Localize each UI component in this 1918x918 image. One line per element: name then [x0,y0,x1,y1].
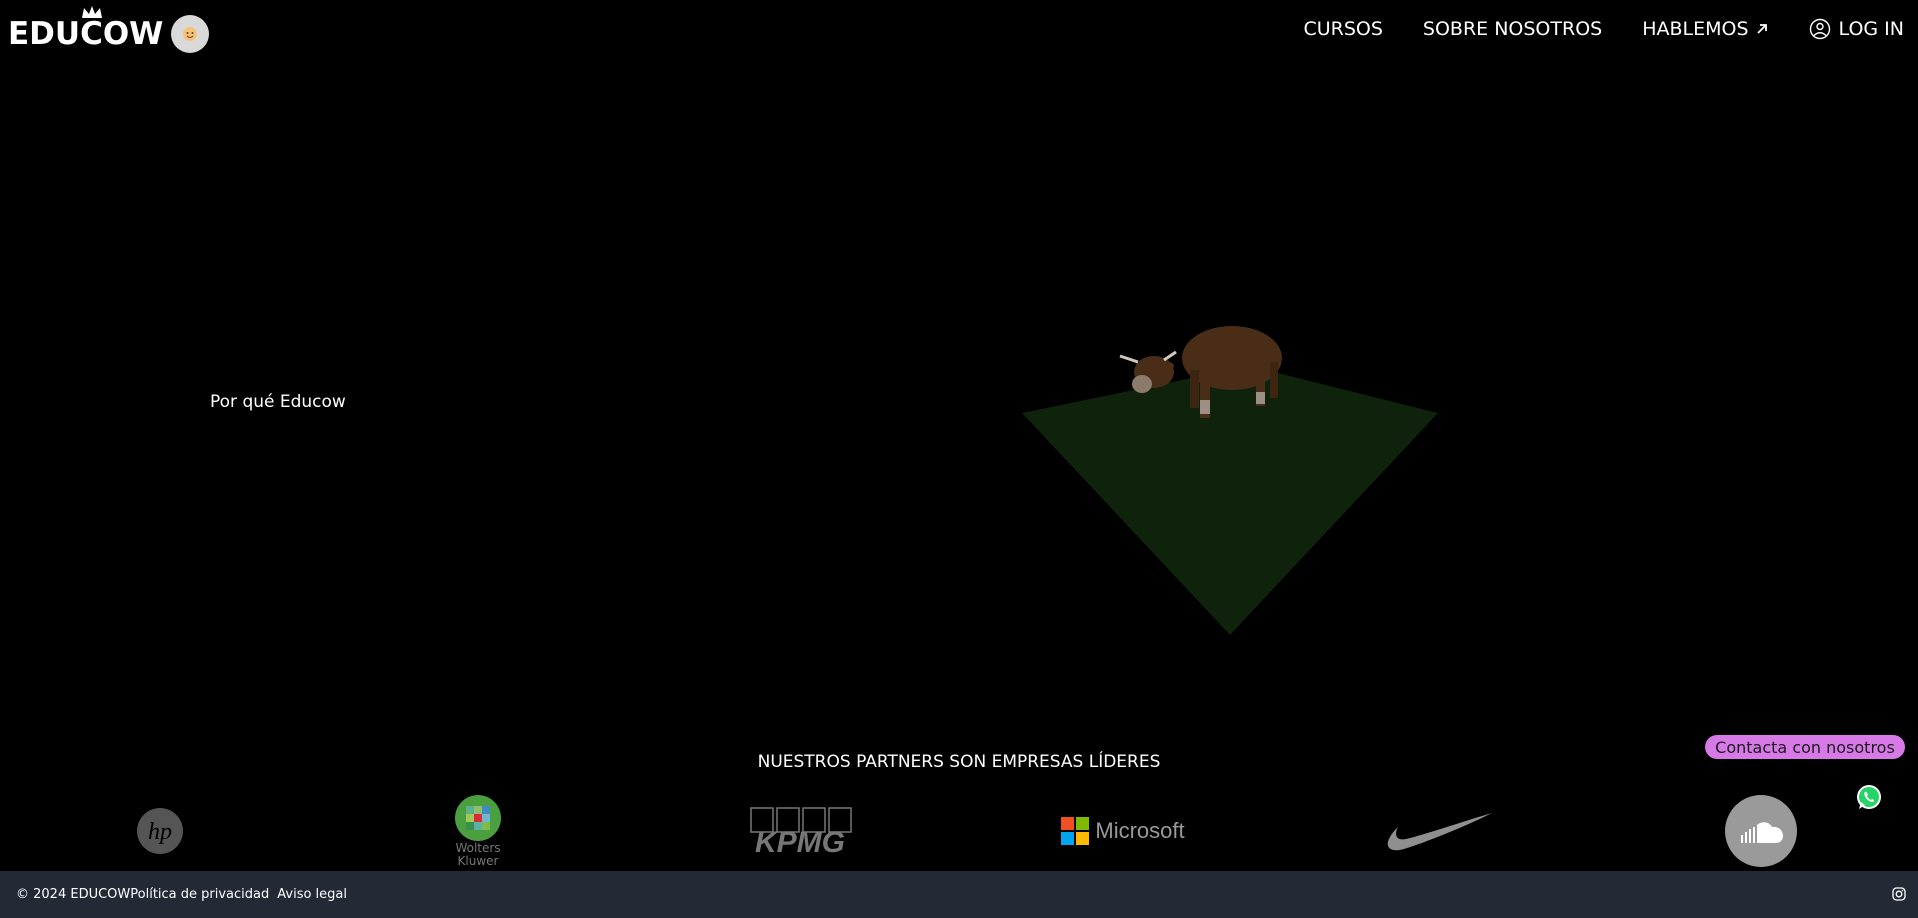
login-label: LOG IN [1838,18,1904,40]
nav-courses-label: CURSOS [1303,18,1383,40]
login-link[interactable]: LOG IN [1809,18,1904,40]
grass-plane [1022,366,1438,635]
nav-talk-label: HABLEMOS [1642,18,1749,40]
nav-courses-link[interactable]: CURSOS [1303,18,1382,40]
user-icon [1809,18,1830,40]
main-nav: CURSOS SOBRE NOSOTROS HABLEMOS LOG IN [1263,18,1904,40]
kpmg-text: KPMG [755,826,845,856]
privacy-policy-link[interactable]: Política de privacidad [130,887,269,902]
nav-about-link[interactable]: SOBRE NOSOTROS [1423,18,1602,40]
hp-logo-text: hp [148,819,172,845]
wolters-kluwer-logo: Wolters Kluwer [448,790,508,872]
copyright-text: © 2024 EDUCOW [16,887,131,902]
kluwer-text: Kluwer [457,854,499,868]
legal-notice-link[interactable]: Aviso legal [277,887,347,902]
mascot-badge-icon [171,15,210,53]
arrow-up-right-icon [1756,24,1767,34]
nav-talk-link[interactable]: HABLEMOS [1642,18,1768,40]
logo-text: EDUCOW [8,15,164,52]
microsoft-squares-icon [1061,817,1090,845]
whatsapp-icon[interactable] [1855,783,1883,811]
contact-us-button[interactable]: Contacta con nosotros [1705,735,1905,759]
soundcloud-logo [1725,790,1797,872]
nav-about-label: SOBRE NOSOTROS [1422,18,1603,40]
partners-title: NUESTROS PARTNERS SON EMPRESAS LÍDERES [757,752,1161,772]
microsoft-logo: Microsoft [1058,790,1188,872]
why-educow-link[interactable]: Por qué Educow [210,392,346,412]
instagram-icon[interactable] [1892,887,1906,901]
footer: © 2024 EDUCOW Política de privacidad Avi… [0,871,1918,918]
microsoft-text: Microsoft [1095,818,1185,843]
educow-logo[interactable]: EDUCOW [8,6,210,54]
kpmg-logo: KPMG [745,790,855,872]
hp-logo: hp [130,790,190,872]
cow-3d-scene[interactable] [1010,300,1450,640]
crown-icon [82,6,102,18]
nike-logo [1382,790,1496,872]
